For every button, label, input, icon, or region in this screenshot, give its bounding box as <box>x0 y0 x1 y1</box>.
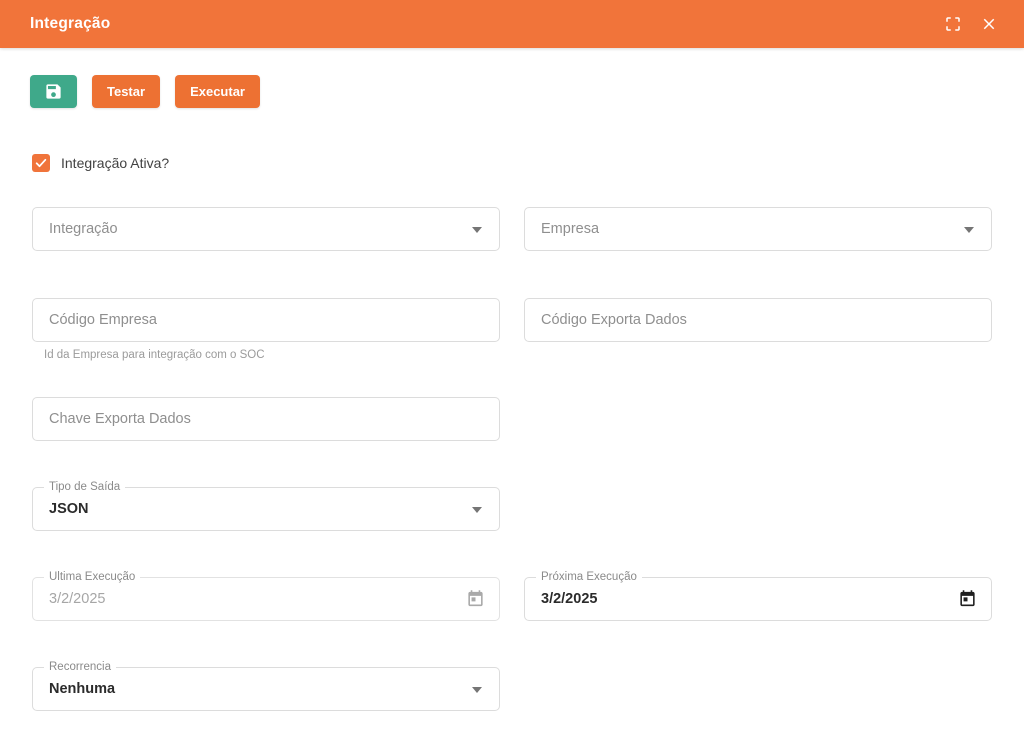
recorrencia-label: Recorrencia <box>44 660 116 675</box>
integration-form: Integração Empresa Id da Empresa para in… <box>0 207 1024 711</box>
chave-exporta-dados-input[interactable] <box>49 398 483 440</box>
close-icon[interactable] <box>980 15 998 33</box>
toolbar: Testar Executar <box>30 75 994 108</box>
proxima-execucao-value: 3/2/2025 <box>541 591 598 607</box>
proxima-execucao-field[interactable]: Próxima Execução 3/2/2025 <box>524 570 992 621</box>
chave-exporta-dados-field[interactable] <box>32 397 500 441</box>
chevron-down-icon <box>472 507 482 513</box>
ultima-execucao-label: Ultima Execução <box>44 570 141 585</box>
empresa-select[interactable]: Empresa <box>524 207 992 251</box>
codigo-empresa-group: Id da Empresa para integração com o SOC <box>32 298 500 361</box>
ultima-execucao-field: Ultima Execução 3/2/2025 <box>32 570 500 621</box>
codigo-empresa-field[interactable] <box>32 298 500 342</box>
empresa-select-placeholder: Empresa <box>541 221 600 237</box>
save-icon <box>44 82 63 101</box>
codigo-exporta-dados-input[interactable] <box>541 299 975 341</box>
header-icons <box>944 15 998 33</box>
tipo-de-saida-label: Tipo de Saída <box>44 480 126 495</box>
proxima-execucao-label: Próxima Execução <box>536 570 642 585</box>
executar-button[interactable]: Executar <box>175 75 260 108</box>
codigo-exporta-dados-field[interactable] <box>524 298 992 342</box>
fullscreen-icon[interactable] <box>944 15 962 33</box>
checkbox-label: Integração Ativa? <box>61 155 170 171</box>
integracao-ativa-checkbox-row[interactable]: Integração Ativa? <box>32 153 992 173</box>
testar-button[interactable]: Testar <box>92 75 161 108</box>
recorrencia-value: Nenhuma <box>49 681 116 697</box>
codigo-empresa-input[interactable] <box>49 299 483 341</box>
tipo-de-saida-value: JSON <box>49 501 89 517</box>
chevron-down-icon <box>964 227 974 233</box>
calendar-icon[interactable] <box>958 590 977 609</box>
recorrencia-select[interactable]: Recorrencia Nenhuma <box>32 660 500 711</box>
codigo-empresa-helper-text: Id da Empresa para integração com o SOC <box>44 349 265 361</box>
save-button[interactable] <box>30 75 77 108</box>
integracao-select-placeholder: Integração <box>49 221 118 237</box>
ultima-execucao-value: 3/2/2025 <box>49 591 106 607</box>
chevron-down-icon <box>472 227 482 233</box>
tipo-de-saida-select[interactable]: Tipo de Saída JSON <box>32 480 500 531</box>
integracao-select[interactable]: Integração <box>32 207 500 251</box>
dialog-header: Integração <box>0 0 1024 48</box>
calendar-icon <box>466 590 485 609</box>
chevron-down-icon <box>472 687 482 693</box>
checkbox-checked-icon[interactable] <box>32 154 50 172</box>
dialog-title: Integração <box>30 15 111 32</box>
